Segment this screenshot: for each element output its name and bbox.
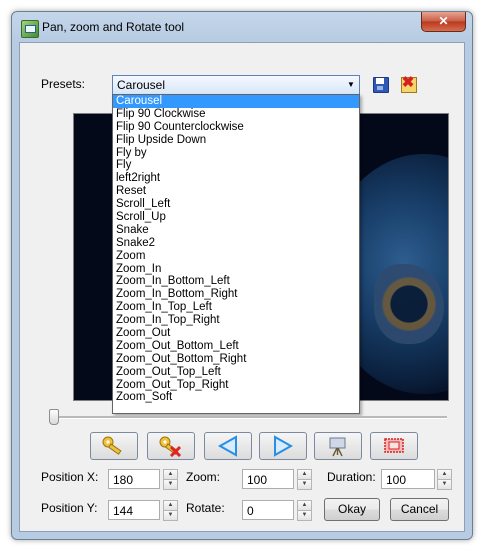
preset-option[interactable]: Zoom_In xyxy=(113,263,359,276)
preset-option[interactable]: Snake2 xyxy=(113,237,359,250)
next-icon xyxy=(274,435,294,457)
key-icon xyxy=(102,436,122,455)
presets-dropdown-list[interactable]: Carousel Flip 90 Clockwise Flip 90 Counter… xyxy=(112,94,360,414)
position-x-stepper[interactable]: 180 ▲ ▼ xyxy=(108,469,178,490)
preset-option[interactable]: Zoom_In_Bottom_Left xyxy=(113,275,359,288)
presets-selected-value: Carousel xyxy=(117,78,166,92)
preset-option[interactable]: Zoom xyxy=(113,250,359,263)
cancel-button[interactable]: Cancel xyxy=(390,498,449,521)
preset-option[interactable]: Zoom_In_Top_Right xyxy=(113,314,359,327)
spin-down-icon[interactable]: ▼ xyxy=(163,510,178,521)
spin-down-icon[interactable]: ▼ xyxy=(163,479,178,490)
set-key-button[interactable] xyxy=(90,432,138,460)
previous-icon xyxy=(217,435,237,457)
preview-button[interactable] xyxy=(314,432,362,460)
preset-option[interactable]: Fly xyxy=(113,159,359,172)
app-window: Pan, zoom and Rotate tool ✕ Presets: Car… xyxy=(11,11,473,540)
app-icon xyxy=(21,20,39,38)
position-y-stepper[interactable]: 144 ▲ ▼ xyxy=(108,500,178,521)
preset-option[interactable]: Zoom_Out_Bottom_Left xyxy=(113,340,359,353)
position-x-value: 180 xyxy=(113,473,134,487)
presets-combobox[interactable]: Carousel ▼ xyxy=(112,75,360,95)
preset-option[interactable]: Zoom_In_Top_Left xyxy=(113,301,359,314)
preset-option[interactable]: Zoom_Soft xyxy=(113,391,359,404)
rotate-stepper[interactable]: 0 ▲ ▼ xyxy=(242,500,312,521)
duration-label: Duration: xyxy=(327,470,376,484)
previous-button[interactable] xyxy=(204,432,252,460)
rotate-value: 0 xyxy=(247,504,254,518)
spin-down-icon[interactable]: ▼ xyxy=(297,510,312,521)
chevron-down-icon[interactable]: ▼ xyxy=(343,76,359,94)
fit-frame-button[interactable] xyxy=(370,432,418,460)
preset-option[interactable]: Zoom_Out_Top_Left xyxy=(113,366,359,379)
timeline-slider-thumb[interactable] xyxy=(49,409,59,425)
save-preset-icon[interactable] xyxy=(372,76,390,94)
zoom-value: 100 xyxy=(247,473,268,487)
zoom-label: Zoom: xyxy=(186,470,221,484)
okay-button[interactable]: Okay xyxy=(324,498,380,521)
spin-down-icon[interactable]: ▼ xyxy=(437,479,452,490)
preset-option[interactable]: Flip 90 Clockwise xyxy=(113,108,359,121)
position-y-label: Position Y: xyxy=(41,501,98,515)
fit-frame-icon xyxy=(384,438,404,453)
preset-option[interactable]: Zoom_In_Bottom_Right xyxy=(113,288,359,301)
duration-stepper[interactable]: 100 ▲ ▼ xyxy=(381,469,452,490)
zoom-stepper[interactable]: 100 ▲ ▼ xyxy=(242,469,312,490)
preview-icon xyxy=(329,437,346,457)
rotate-label: Rotate: xyxy=(186,501,225,515)
preset-option[interactable]: Fly by xyxy=(113,147,359,160)
preset-option[interactable]: Zoom_Out_Bottom_Right xyxy=(113,353,359,366)
position-x-label: Position X: xyxy=(41,470,99,484)
dialog-body: Presets: Carousel ▼ ✖ Carousel Flip 90 Cl… xyxy=(19,42,465,532)
duration-value: 100 xyxy=(386,473,407,487)
preset-option[interactable]: Flip Upside Down xyxy=(113,134,359,147)
close-button[interactable]: ✕ xyxy=(421,12,466,32)
preset-option[interactable]: Reset xyxy=(113,185,359,198)
timeline-slider-track[interactable] xyxy=(53,416,447,419)
preset-option[interactable]: Scroll_Up xyxy=(113,211,359,224)
next-button[interactable] xyxy=(259,432,307,460)
title-bar[interactable]: Pan, zoom and Rotate tool ✕ xyxy=(12,12,472,42)
spin-down-icon[interactable]: ▼ xyxy=(297,479,312,490)
preset-option[interactable]: Scroll_Left xyxy=(113,198,359,211)
preset-option[interactable]: Zoom_Out xyxy=(113,327,359,340)
preset-option[interactable]: Carousel xyxy=(113,95,359,108)
preset-option[interactable]: Flip 90 Counterclockwise xyxy=(113,121,359,134)
delete-preset-icon[interactable]: ✖ xyxy=(400,75,418,94)
position-y-value: 144 xyxy=(113,504,134,518)
presets-label: Presets: xyxy=(41,77,86,91)
window-title: Pan, zoom and Rotate tool xyxy=(42,20,185,34)
preset-option[interactable]: left2right xyxy=(113,172,359,185)
preset-option[interactable]: Zoom_Out_Top_Right xyxy=(113,379,359,392)
delete-key-icon xyxy=(159,436,182,457)
delete-key-button[interactable] xyxy=(147,432,195,460)
preset-option[interactable]: Snake xyxy=(113,224,359,237)
